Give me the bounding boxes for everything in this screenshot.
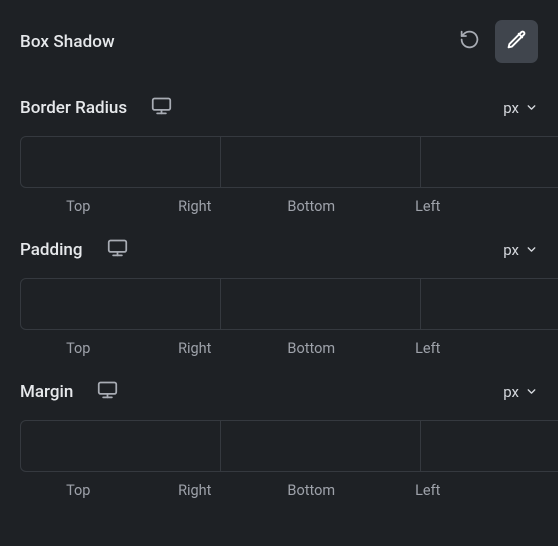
responsive-button[interactable] (151, 95, 172, 120)
label-top: Top (20, 198, 137, 215)
responsive-button[interactable] (97, 379, 118, 404)
margin-section: Margin px (20, 379, 538, 499)
border-radius-right-input[interactable] (221, 136, 421, 188)
border-radius-bottom-input[interactable] (421, 136, 558, 188)
edit-button[interactable] (495, 20, 538, 63)
padding-inputs (20, 278, 538, 330)
desktop-icon (151, 95, 172, 120)
padding-labels: Top Right Bottom Left (20, 340, 538, 357)
padding-bottom-input[interactable] (421, 278, 558, 330)
padding-header: Padding px (20, 237, 538, 262)
padding-top-input[interactable] (20, 278, 221, 330)
border-radius-labels: Top Right Bottom Left (20, 198, 538, 215)
label-top: Top (20, 340, 137, 357)
margin-right-input[interactable] (221, 420, 421, 472)
unit-label: px (503, 99, 519, 117)
reset-icon (459, 29, 480, 54)
border-radius-title: Border Radius (20, 98, 127, 118)
margin-header-left: Margin (20, 379, 118, 404)
label-left: Left (370, 340, 487, 357)
label-top: Top (20, 482, 137, 499)
border-radius-section: Border Radius px (20, 95, 538, 215)
padding-right-input[interactable] (221, 278, 421, 330)
label-left: Left (370, 198, 487, 215)
margin-title: Margin (20, 382, 73, 402)
margin-header: Margin px (20, 379, 538, 404)
border-radius-header: Border Radius px (20, 95, 538, 120)
border-radius-unit-selector[interactable]: px (503, 99, 538, 117)
box-shadow-actions (455, 20, 538, 63)
border-radius-top-input[interactable] (20, 136, 221, 188)
chevron-down-icon (525, 385, 538, 398)
chevron-down-icon (525, 101, 538, 114)
pencil-icon (506, 29, 527, 54)
chevron-down-icon (525, 243, 538, 256)
padding-title: Padding (20, 240, 83, 260)
margin-unit-selector[interactable]: px (503, 383, 538, 401)
responsive-button[interactable] (107, 237, 128, 262)
box-shadow-title: Box Shadow (20, 32, 115, 52)
border-radius-header-left: Border Radius (20, 95, 172, 120)
desktop-icon (107, 237, 128, 262)
label-bottom: Bottom (253, 340, 370, 357)
margin-bottom-input[interactable] (421, 420, 558, 472)
label-left: Left (370, 482, 487, 499)
margin-inputs (20, 420, 538, 472)
padding-section: Padding px (20, 237, 538, 357)
label-bottom: Bottom (253, 198, 370, 215)
margin-labels: Top Right Bottom Left (20, 482, 538, 499)
unit-label: px (503, 241, 519, 259)
border-radius-inputs (20, 136, 538, 188)
label-right: Right (137, 198, 254, 215)
label-right: Right (137, 340, 254, 357)
label-bottom: Bottom (253, 482, 370, 499)
padding-unit-selector[interactable]: px (503, 241, 538, 259)
margin-top-input[interactable] (20, 420, 221, 472)
unit-label: px (503, 383, 519, 401)
padding-header-left: Padding (20, 237, 128, 262)
reset-button[interactable] (455, 28, 483, 56)
label-right: Right (137, 482, 254, 499)
desktop-icon (97, 379, 118, 404)
box-shadow-header: Box Shadow (20, 20, 538, 63)
